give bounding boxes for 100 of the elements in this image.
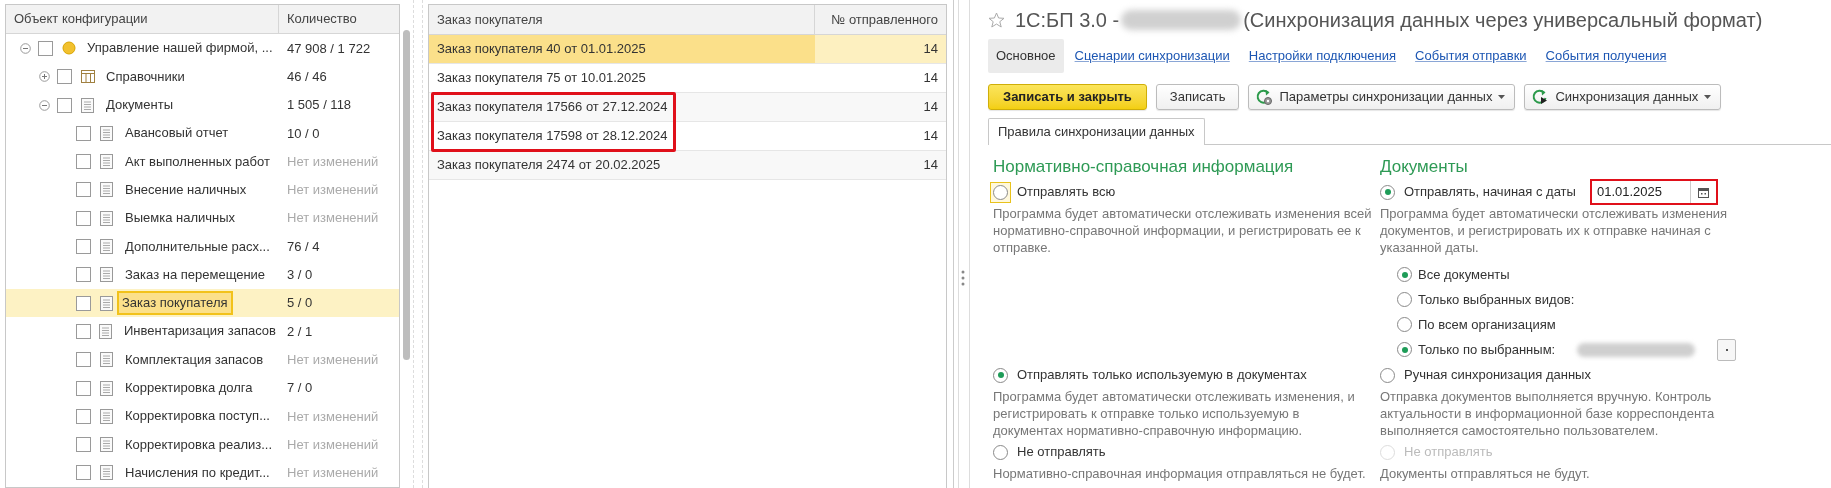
tree-row[interactable]: Выемка наличных Нет изменений [6, 204, 399, 233]
radio-button[interactable] [1397, 317, 1412, 332]
radio-button[interactable] [1380, 184, 1395, 200]
document-icon [99, 323, 113, 339]
table-row[interactable]: Заказ покупателя 40 от 01.01.2025 14 [429, 35, 946, 64]
count-cell-text: 10 / 0 [286, 124, 321, 143]
option-description: Отправка документов выполняется вручную. Контроль актуальности в информационной базе корреспондента выполняется самостоятельно пользователем. [1380, 388, 1716, 439]
save-close-button[interactable]: Записать и закрыть [988, 84, 1147, 110]
dropdown-button[interactable]: Синхронизация данных [1524, 84, 1722, 110]
tree-row[interactable]: Заказ покупателя 5 / 0 [6, 288, 399, 318]
option-label[interactable]: Все документы [1418, 264, 1510, 285]
checkbox[interactable] [76, 125, 91, 141]
dropdown-button[interactable]: Параметры синхронизации данных [1248, 84, 1516, 110]
tree-row[interactable]: Корректировка поступ... Нет изменений [6, 402, 399, 431]
window-title: (Синхронизация данных через универсальный формат) [1243, 8, 1763, 33]
expand-icon[interactable] [39, 71, 50, 83]
option-label[interactable]: Отправлять, начиная с даты [1404, 182, 1576, 202]
tree-row[interactable]: Документы 1 505 / 118 [6, 90, 399, 120]
select-button[interactable] [1717, 338, 1737, 361]
save-button[interactable]: Записать [1155, 84, 1240, 110]
document-icon [100, 125, 113, 141]
tab[interactable]: События получения [1537, 39, 1675, 73]
document-icon [81, 97, 94, 113]
tree-row[interactable]: Корректировка реализ... Нет изменений [6, 430, 399, 459]
tree-row[interactable]: Дополнительные расх... 76 / 4 [6, 232, 399, 261]
tree-item-label: Выемка наличных [124, 209, 237, 228]
checkbox[interactable] [57, 69, 72, 85]
caret-icon [1704, 95, 1712, 99]
option-label[interactable]: Только выбранных видов: [1418, 289, 1575, 310]
table-row[interactable]: Заказ покупателя 17566 от 27.12.2024 14 [429, 93, 946, 122]
count-cell-text: 76 / 4 [286, 237, 321, 256]
table-cell-text: Заказ покупателя 17566 от 27.12.2024 [436, 98, 669, 117]
table-cell-text: 14 [922, 40, 939, 59]
sync-play-icon [1532, 89, 1550, 105]
checkbox[interactable] [76, 295, 91, 311]
tree-row[interactable]: Комплектация запасов Нет изменений [6, 345, 399, 374]
tree-item-label: Справочники [105, 67, 186, 86]
column-header[interactable]: Количество [279, 5, 399, 34]
option-label[interactable]: Отправлять только используемую в документах [1017, 365, 1307, 385]
tree-row[interactable]: Инвентаризация запасов 2 / 1 [6, 317, 399, 346]
option-label[interactable]: Ручная синхронизация данных [1404, 365, 1591, 385]
table-cell-text: Заказ покупателя 75 от 10.01.2025 [436, 69, 647, 88]
option-label[interactable]: Только по выбранным: [1418, 339, 1556, 360]
dot-icon [61, 41, 76, 56]
checkbox[interactable] [76, 182, 91, 198]
tab[interactable]: События отправки [1407, 39, 1535, 73]
checkbox[interactable] [76, 380, 91, 396]
column-header[interactable]: Объект конфигурации [6, 5, 279, 34]
checkbox[interactable] [76, 154, 91, 170]
count-cell-text: Нет изменений [286, 209, 380, 228]
tree-row[interactable]: Управление нашей фирмой, ... 47 908 / 1 722 [6, 34, 399, 63]
radio-button[interactable] [1397, 292, 1412, 307]
collapse-icon[interactable] [20, 42, 31, 54]
tree-item-label: Документы [105, 96, 174, 115]
radio-button[interactable] [1397, 342, 1412, 357]
count-cell-text: Нет изменений [286, 181, 380, 200]
tree-row[interactable]: Корректировка долга 7 / 0 [6, 373, 399, 403]
checkbox[interactable] [76, 408, 91, 424]
tree-row[interactable]: Справочники 46 / 46 [6, 62, 399, 91]
checkbox[interactable] [57, 97, 72, 113]
date-field[interactable]: 01.01.2025 [1589, 179, 1718, 205]
tab[interactable]: Правила синхронизации данных [988, 118, 1205, 145]
checkbox[interactable] [76, 352, 91, 368]
radio-button[interactable] [993, 444, 1008, 460]
document-icon [100, 154, 113, 170]
tree-row[interactable]: Заказ на перемещение 3 / 0 [6, 260, 399, 289]
collapse-icon[interactable] [39, 99, 50, 111]
checkbox[interactable] [76, 437, 91, 453]
column-header[interactable]: № отправленного [815, 5, 946, 34]
radio-button[interactable] [1380, 367, 1395, 383]
star-icon[interactable] [988, 12, 1005, 28]
tree-row[interactable]: Акт выполненных работ Нет изменений [6, 147, 399, 176]
checkbox[interactable] [75, 323, 91, 339]
tab[interactable]: Основное [988, 39, 1064, 73]
tab[interactable]: Сценарии синхронизации [1066, 39, 1238, 73]
table-row[interactable]: Заказ покупателя 2474 от 20.02.2025 14 [429, 151, 946, 180]
tree-row[interactable]: Внесение наличных Нет изменений [6, 175, 399, 205]
radio-button[interactable] [1397, 267, 1412, 282]
tree-item-label: Комплектация запасов [124, 350, 265, 369]
splitter-handle-icon[interactable] [961, 270, 965, 286]
checkbox[interactable] [76, 267, 91, 283]
checkbox[interactable] [38, 40, 53, 56]
column-header[interactable]: Заказ покупателя [429, 5, 815, 34]
count-cell-text: Нет изменений [286, 152, 380, 171]
checkbox[interactable] [76, 210, 91, 226]
checkbox[interactable] [76, 239, 91, 254]
option-label[interactable]: По всем организациям [1418, 314, 1556, 335]
table-cell: Заказ покупателя 40 от 01.01.2025 [429, 35, 815, 63]
checkbox[interactable] [76, 465, 91, 481]
calendar-icon[interactable] [1697, 186, 1709, 198]
radio-button[interactable] [993, 367, 1008, 383]
option-label[interactable]: Не отправлять [1017, 442, 1106, 462]
option-label[interactable]: Отправлять всю [1017, 182, 1116, 202]
tab[interactable]: Настройки подключения [1240, 39, 1405, 73]
tree-row[interactable]: Авансовый отчет 10 / 0 [6, 119, 399, 148]
table-cell-text: 14 [922, 98, 939, 117]
count-cell-text: Нет изменений [286, 407, 380, 426]
tree-row[interactable]: Начисления по кредит... Нет изменений [6, 458, 399, 488]
tree-item-label: Заказ на перемещение [124, 265, 267, 284]
table-cell-text: 14 [922, 69, 939, 88]
